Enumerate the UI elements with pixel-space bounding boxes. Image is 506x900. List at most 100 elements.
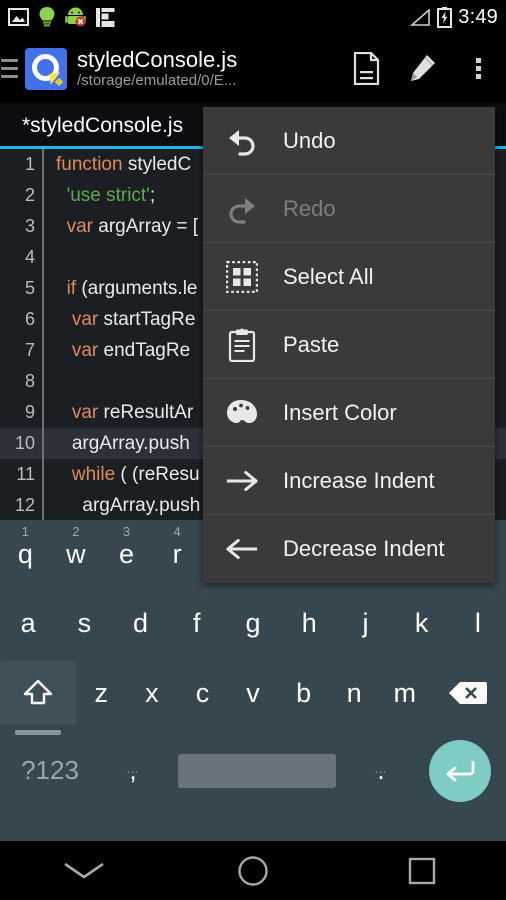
arrow-right-icon xyxy=(225,464,259,498)
line-number: 6 xyxy=(24,309,35,329)
undo-icon xyxy=(225,124,259,158)
line-number: 9 xyxy=(24,402,35,422)
key-superscript: 3 xyxy=(122,524,131,539)
tab-label: *styledConsole.js xyxy=(22,114,184,137)
menu-item-select-all[interactable]: Select All xyxy=(203,243,495,311)
menu-item-label: Paste xyxy=(283,331,340,357)
menu-item-label: Select All xyxy=(283,263,374,289)
code-text: function styledC xyxy=(44,154,191,176)
code-token: reResultAr xyxy=(98,401,194,423)
key-d[interactable]: d xyxy=(112,588,168,658)
code-text: var endTagRe xyxy=(44,340,190,362)
key-label: h xyxy=(301,607,317,638)
key-f[interactable]: f xyxy=(169,588,225,658)
line-number: 7 xyxy=(24,340,35,360)
hamburger-icon[interactable] xyxy=(0,59,19,78)
period-key[interactable]: . ... xyxy=(342,755,420,786)
code-token: if xyxy=(66,277,77,299)
line-number: 10 xyxy=(14,433,35,453)
document-icon xyxy=(352,51,381,86)
key-label: q xyxy=(17,538,33,569)
battery-charging-icon xyxy=(437,6,453,28)
key-a[interactable]: a xyxy=(0,588,56,658)
title-block[interactable]: styledConsole.js /storage/emulated/0/E..… xyxy=(77,47,338,90)
line-number: 3 xyxy=(24,216,35,236)
menu-item-label: Increase Indent xyxy=(283,467,435,493)
key-k[interactable]: k xyxy=(394,588,450,658)
shift-indicator-bar xyxy=(15,730,61,735)
new-file-button[interactable] xyxy=(338,34,394,103)
key-label: w xyxy=(66,538,86,569)
color-palette-icon xyxy=(225,396,259,430)
key-l[interactable]: l xyxy=(450,588,506,658)
comma-more-dots: ... xyxy=(126,764,140,776)
key-superscript: 4 xyxy=(173,524,181,539)
period-more-dots: ... xyxy=(374,764,388,776)
key-m[interactable]: m xyxy=(379,658,430,728)
app-stack-icon xyxy=(95,7,116,28)
key-x[interactable]: x xyxy=(127,658,178,728)
home-button[interactable] xyxy=(208,841,298,900)
code-token: 'use strict' xyxy=(66,184,150,206)
key-label: s xyxy=(77,607,92,638)
key-n[interactable]: n xyxy=(329,658,380,728)
code-text: 'use strict'; xyxy=(44,184,156,207)
gutter-separator xyxy=(42,366,44,397)
key-c[interactable]: c xyxy=(177,658,228,728)
menu-item-increase-indent[interactable]: Increase Indent xyxy=(203,447,495,515)
menu-item-insert-color[interactable]: Insert Color xyxy=(203,379,495,447)
key-label: v xyxy=(246,677,260,708)
key-b[interactable]: b xyxy=(278,658,329,728)
shift-key[interactable] xyxy=(0,661,76,735)
key-superscript: 1 xyxy=(21,524,29,539)
key-z[interactable]: z xyxy=(76,658,127,728)
menu-item-label: Decrease Indent xyxy=(283,536,445,561)
space-key[interactable] xyxy=(178,753,336,788)
recents-button[interactable] xyxy=(377,841,467,900)
code-token: ( (reResu xyxy=(115,463,200,485)
line-number: 4 xyxy=(24,247,35,267)
key-e[interactable]: 3e xyxy=(101,520,152,588)
key-s[interactable]: s xyxy=(56,588,112,658)
code-token: argArray.push xyxy=(56,494,201,516)
code-text: argArray.push xyxy=(44,495,200,517)
edit-button[interactable] xyxy=(394,34,450,103)
page-title: styledConsole.js xyxy=(77,47,238,72)
menu-item-undo[interactable]: Undo xyxy=(203,107,495,175)
code-token: startTagRe xyxy=(98,308,196,330)
navigation-bar xyxy=(0,841,506,900)
menu-item-decrease-indent[interactable]: Decrease Indent xyxy=(203,515,495,583)
line-number: 1 xyxy=(24,154,35,174)
comma-key[interactable]: , ... xyxy=(94,755,172,786)
overflow-button[interactable] xyxy=(450,34,506,103)
key-label: x xyxy=(145,677,159,708)
key-label: l xyxy=(474,607,481,638)
key-h[interactable]: h xyxy=(281,588,337,658)
key-j[interactable]: j xyxy=(337,588,393,658)
key-r[interactable]: 4r xyxy=(152,520,203,588)
clock-time: 3:49 xyxy=(458,5,498,28)
keyboard-row-2: a sdfghjkl xyxy=(0,588,506,658)
key-q[interactable]: 1q xyxy=(0,520,51,588)
symbols-key[interactable]: ?123 xyxy=(6,755,94,786)
pencil-icon xyxy=(407,53,437,84)
key-label: f xyxy=(193,607,201,638)
keyboard-row-3: z x c v b nm xyxy=(0,658,506,735)
lightbulb-icon xyxy=(38,6,56,28)
code-token: ; xyxy=(149,184,156,206)
key-label: a xyxy=(20,607,36,638)
key-v[interactable]: v xyxy=(228,658,279,728)
back-button[interactable] xyxy=(39,841,129,900)
key-g[interactable]: g xyxy=(225,588,281,658)
key-label: r xyxy=(172,538,182,569)
enter-key[interactable] xyxy=(420,739,500,802)
key-w[interactable]: 2w xyxy=(51,520,102,588)
context-menu[interactable]: Undo Redo Select All Paste Insert Color Incre… xyxy=(203,107,495,583)
code-token: var xyxy=(71,339,99,361)
menu-item-paste[interactable]: Paste xyxy=(203,311,495,379)
backspace-key[interactable] xyxy=(430,661,506,725)
shift-up-icon xyxy=(21,678,55,708)
